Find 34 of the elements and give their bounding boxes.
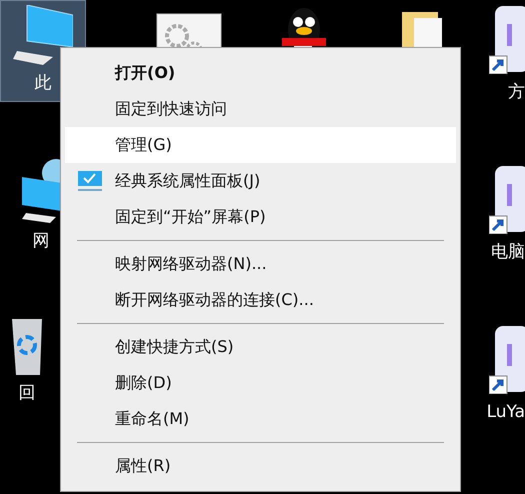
menu-item[interactable]: 创建快捷方式(S) [65, 329, 456, 365]
menu-item[interactable]: 重命名(M) [65, 401, 456, 437]
menu-item-label: 固定到快速访问 [115, 98, 227, 120]
desktop-icon[interactable]: LuYa [486, 320, 525, 430]
icon-label: 方 [508, 82, 525, 102]
menu-item-label: 固定到“开始”屏幕(P) [115, 206, 266, 228]
icon-label: 此 [34, 73, 52, 93]
menu-item-label: 创建快捷方式(S) [115, 336, 234, 358]
icon-label: LuYa [486, 402, 525, 422]
app-shortcut-icon [489, 4, 525, 74]
menu-item[interactable]: 管理(G) [65, 127, 456, 163]
desktop-icon[interactable]: 方 [489, 0, 525, 110]
menu-item-label: 映射网络驱动器(N)... [115, 253, 267, 275]
menu-item[interactable]: 经典系统属性面板(J) [65, 163, 456, 199]
desktop-icon[interactable]: 回 [0, 315, 54, 411]
menu-item-label: 属性(R) [115, 455, 171, 477]
menu-item-label: 打开(O) [115, 62, 176, 84]
menu-item-label: 管理(G) [115, 134, 172, 156]
menu-item[interactable]: 属性(R) [65, 448, 456, 484]
menu-item[interactable]: 固定到“开始”屏幕(P) [65, 199, 456, 235]
icon-label: 电脑 [491, 242, 525, 262]
app-shortcut-icon [489, 164, 525, 234]
menu-item-label: 经典系统属性面板(J) [115, 170, 260, 192]
icon-label: 回 [18, 383, 36, 403]
app-shortcut-icon [489, 324, 525, 394]
menu-item-label: 重命名(M) [115, 408, 190, 430]
menu-item-label: 断开网络驱动器的连接(C)... [115, 289, 314, 311]
menu-item[interactable]: 断开网络驱动器的连接(C)... [65, 282, 456, 318]
menu-item[interactable]: 映射网络驱动器(N)... [65, 246, 456, 282]
menu-item[interactable]: 删除(D) [65, 365, 456, 401]
recycle-bin-icon [12, 319, 42, 375]
icon-label: 网 [32, 231, 50, 251]
menu-item-label: 删除(D) [115, 372, 172, 394]
desktop-icon[interactable]: 电脑 [489, 160, 525, 270]
